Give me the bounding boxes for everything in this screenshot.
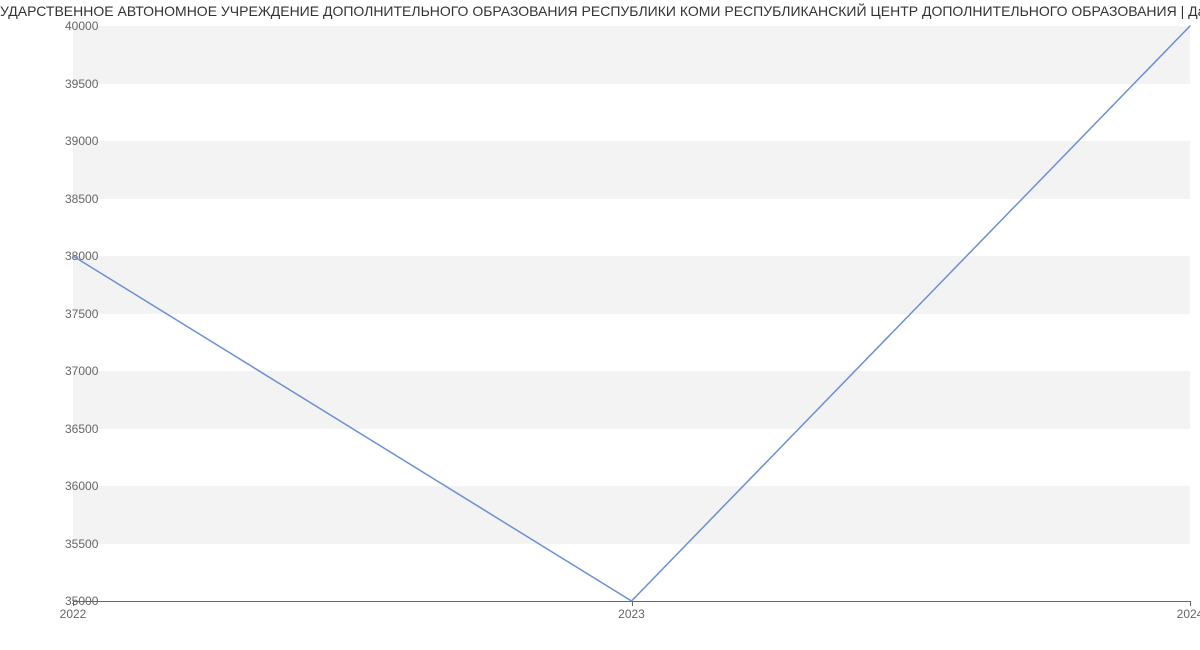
chart-container: УДАРСТВЕННОЕ АВТОНОМНОЕ УЧРЕЖДЕНИЕ ДОПОЛ… [0,0,1200,650]
x-tick-mark [1190,601,1191,606]
x-tick-mark [632,601,633,606]
x-tick-mark [73,601,74,606]
x-tick-label: 2022 [60,607,87,621]
chart-title: УДАРСТВЕННОЕ АВТОНОМНОЕ УЧРЕЖДЕНИЕ ДОПОЛ… [0,0,1200,22]
x-tick-label: 2024 [1177,607,1200,621]
x-tick-label: 2023 [618,607,645,621]
line-series [73,26,1190,601]
line-path [73,26,1190,601]
plot-area: 3500035500360003650037000375003800038500… [73,26,1190,601]
